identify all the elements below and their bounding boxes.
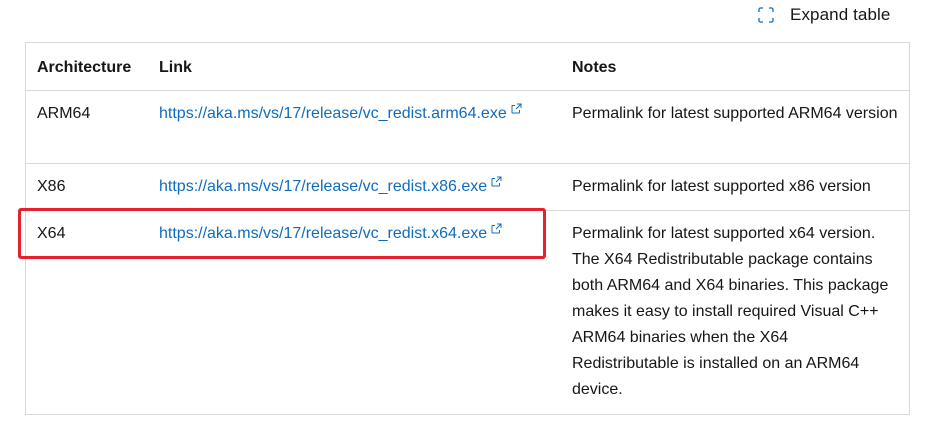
- cell-link: https://aka.ms/vs/17/release/vc_redist.a…: [147, 89, 560, 163]
- cell-link: https://aka.ms/vs/17/release/vc_redist.x…: [147, 209, 560, 407]
- expand-table-label: Expand table: [790, 5, 891, 24]
- cell-architecture: X86: [26, 162, 147, 210]
- redistributable-table: Architecture Link Notes ARM64 https://ak…: [25, 42, 910, 415]
- expand-table-button[interactable]: Expand table: [758, 3, 890, 27]
- external-link-icon: [491, 176, 502, 186]
- table-row: ARM64 https://aka.ms/vs/17/release/vc_re…: [26, 89, 909, 163]
- external-link-icon: [511, 103, 522, 113]
- header-link: Link: [159, 59, 192, 76]
- expand-icon: [758, 7, 774, 23]
- table-row: X64 https://aka.ms/vs/17/release/vc_redi…: [26, 209, 909, 407]
- external-link-icon: [491, 223, 502, 233]
- cell-link: https://aka.ms/vs/17/release/vc_redist.x…: [147, 162, 560, 210]
- cell-notes: Permalink for latest supported x86 versi…: [560, 162, 909, 210]
- cell-notes: Permalink for latest supported x64 versi…: [560, 209, 909, 407]
- table-header-row: Architecture Link Notes: [26, 43, 909, 90]
- download-link-x86[interactable]: https://aka.ms/vs/17/release/vc_redist.x…: [159, 178, 487, 195]
- table-row: X86 https://aka.ms/vs/17/release/vc_redi…: [26, 162, 909, 210]
- cell-notes: Permalink for latest supported ARM64 ver…: [560, 89, 909, 163]
- download-link-x64[interactable]: https://aka.ms/vs/17/release/vc_redist.x…: [159, 225, 487, 242]
- header-notes: Notes: [572, 59, 617, 76]
- cell-architecture: X64: [26, 209, 147, 407]
- download-link-arm64[interactable]: https://aka.ms/vs/17/release/vc_redist.a…: [159, 105, 507, 122]
- cell-architecture: ARM64: [26, 89, 147, 163]
- header-architecture: Architecture: [37, 59, 132, 76]
